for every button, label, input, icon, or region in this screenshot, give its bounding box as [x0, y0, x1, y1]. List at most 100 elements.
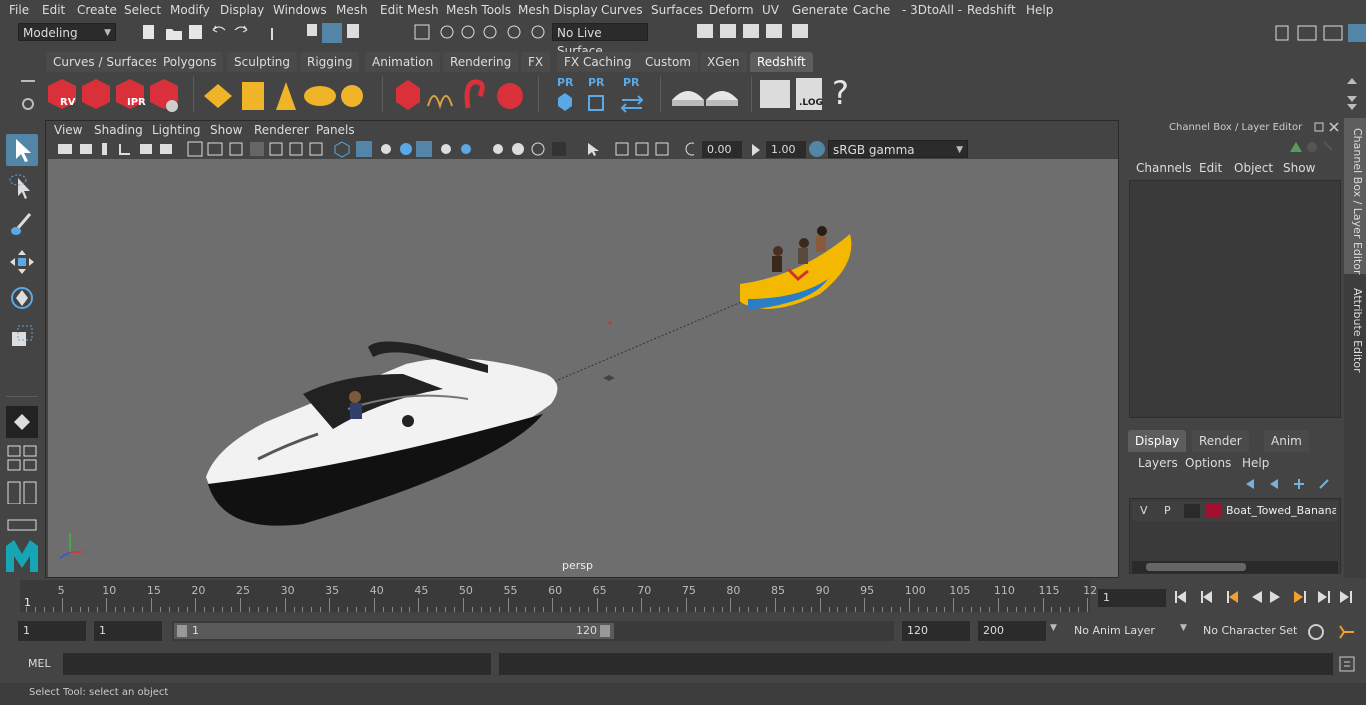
preferences-icons[interactable] — [1306, 622, 1358, 642]
animation-end-field[interactable]: 200 — [978, 621, 1046, 641]
layers-menu[interactable]: Layers — [1138, 456, 1178, 470]
viewport-menu-show[interactable]: Show — [210, 123, 242, 137]
current-time-marker[interactable]: 1 — [24, 596, 31, 609]
anim-layer-dropdown[interactable]: No Anim Layer — [1074, 624, 1155, 637]
range-end-handle[interactable] — [600, 625, 610, 637]
viewport-menu-lighting[interactable]: Lighting — [152, 123, 201, 137]
redshift-proxy-icons[interactable] — [392, 76, 530, 116]
menu-mesh-display[interactable]: Mesh Display — [518, 3, 598, 17]
panel-float-close-icons[interactable] — [1314, 121, 1342, 135]
color-management-icon[interactable] — [808, 140, 828, 158]
layer-playback-toggle[interactable]: P — [1164, 504, 1171, 517]
menu-redshift[interactable]: Redshift — [967, 3, 1016, 17]
channel-list[interactable] — [1129, 180, 1341, 418]
viewport-menu-view[interactable]: View — [54, 123, 82, 137]
chevron-down-icon[interactable]: ▼ — [1180, 623, 1187, 633]
redshift-render-cubes-icons[interactable] — [44, 76, 184, 116]
command-language-label[interactable]: MEL — [28, 657, 51, 670]
shelf-tab-curves-surfaces[interactable]: Curves / Surfaces — [46, 52, 166, 72]
shelf-tab-fx[interactable]: FX — [521, 52, 551, 72]
perspective-viewport[interactable]: persp — [48, 159, 1118, 577]
shelf-tab-redshift[interactable]: Redshift — [750, 52, 813, 72]
select-tool-button[interactable] — [6, 134, 38, 166]
menu-3dtoall[interactable]: - 3DtoAll - — [902, 3, 962, 17]
scrollbar-thumb[interactable] — [1146, 563, 1246, 571]
viewport-menu-shading[interactable]: Shading — [94, 123, 143, 137]
shelf-tab-animation[interactable]: Animation — [365, 52, 441, 72]
menu-cache[interactable]: Cache — [853, 3, 890, 17]
layer-name[interactable]: Boat_Towed_Banana_B — [1226, 504, 1336, 517]
menu-edit-mesh[interactable]: Edit Mesh — [380, 3, 439, 17]
rotate-tool-button[interactable] — [6, 282, 38, 314]
shelf-tab-rigging[interactable]: Rigging — [300, 52, 360, 72]
layer-action-icons[interactable] — [1244, 476, 1340, 492]
redshift-object-icons[interactable] — [200, 76, 380, 116]
layer-tab-display[interactable]: Display — [1128, 430, 1187, 452]
menu-create[interactable]: Create — [77, 3, 117, 17]
paint-select-tool-button[interactable] — [6, 208, 38, 240]
move-tool-button[interactable] — [6, 246, 38, 278]
layer-row[interactable]: V P Boat_Towed_Banana_B — [1132, 501, 1338, 521]
range-start-handle[interactable] — [177, 625, 187, 637]
outliner-layout-icon[interactable] — [6, 516, 38, 536]
menu-edit[interactable]: Edit — [42, 3, 65, 17]
menu-curves[interactable]: Curves — [601, 3, 643, 17]
menu-file[interactable]: File — [9, 3, 29, 17]
menu-mesh[interactable]: Mesh — [336, 3, 368, 17]
gamma-field[interactable]: 1.00 — [766, 141, 806, 158]
shelf-tab-fx-caching[interactable]: FX Caching — [557, 52, 639, 72]
menu-generate[interactable]: Generate — [792, 3, 848, 17]
colorspace-dropdown[interactable]: sRGB gamma ▼ — [828, 140, 968, 158]
layer-options-menu[interactable]: Options — [1185, 456, 1231, 470]
character-set-dropdown[interactable]: No Character Set — [1203, 624, 1297, 637]
scale-tool-button[interactable] — [6, 320, 38, 352]
layout-presets-icons[interactable] — [6, 444, 38, 504]
layer-tab-anim[interactable]: Anim — [1264, 430, 1309, 452]
gamma-icon[interactable] — [748, 141, 764, 158]
live-surface-field[interactable]: No Live Surface — [552, 23, 648, 58]
shelf-tab-xgen[interactable]: XGen — [700, 52, 747, 72]
help-question-icon[interactable]: ? — [832, 74, 849, 112]
shelf-menu-icon[interactable] — [18, 80, 40, 112]
viewport-menu-renderer[interactable]: Renderer — [254, 123, 309, 137]
animation-start-field[interactable]: 1 — [18, 621, 86, 641]
workspace-icons[interactable] — [1270, 22, 1366, 44]
menu-modify[interactable]: Modify — [170, 3, 210, 17]
menu-surfaces[interactable]: Surfaces — [651, 3, 703, 17]
viewport-toolbar-icons[interactable] — [54, 140, 694, 158]
layer-tab-render[interactable]: Render — [1192, 430, 1249, 452]
playback-start-field[interactable]: 1 — [94, 621, 162, 641]
channel-show-menu[interactable]: Show — [1283, 161, 1315, 175]
menu-uv[interactable]: UV — [762, 3, 779, 17]
current-frame-field[interactable]: 1 — [1098, 589, 1166, 607]
shelf-tab-rendering[interactable]: Rendering — [443, 52, 519, 72]
layer-color-swatch[interactable] — [1206, 504, 1222, 518]
channel-object-menu[interactable]: Object — [1234, 161, 1273, 175]
single-perspective-layout-button[interactable] — [6, 406, 38, 438]
redshift-tools-icons[interactable] — [758, 76, 828, 116]
exposure-field[interactable]: 0.00 — [702, 141, 742, 158]
proxy-export-icons[interactable] — [552, 76, 652, 116]
layer-help-menu[interactable]: Help — [1242, 456, 1269, 470]
shelf-scroll-arrows[interactable] — [1344, 74, 1360, 114]
menu-select[interactable]: Select — [124, 3, 161, 17]
redshift-material-icons[interactable] — [668, 76, 740, 116]
side-tab-attribute-editor[interactable]: Attribute Editor — [1346, 288, 1364, 373]
shelf-tab-custom[interactable]: Custom — [638, 52, 698, 72]
channel-edit-menu[interactable]: Edit — [1199, 161, 1222, 175]
shelf-tab-sculpting[interactable]: Sculpting — [227, 52, 298, 72]
side-tab-channel-box[interactable]: Channel Box / Layer Editor — [1346, 128, 1364, 275]
playback-end-field[interactable]: 120 — [902, 621, 970, 641]
channels-menu[interactable]: Channels — [1136, 161, 1192, 175]
script-editor-icon[interactable] — [1338, 655, 1358, 673]
time-slider[interactable]: 5 10 15 20 25 30 35 40 45 50 55 60 65 70 75 80 85 90 95 100… — [20, 580, 1097, 612]
command-input[interactable] — [63, 653, 491, 675]
menu-help[interactable]: Help — [1026, 3, 1053, 17]
channel-box-icons[interactable] — [1286, 138, 1336, 156]
menu-windows[interactable]: Windows — [273, 3, 327, 17]
layer-visibility-toggle[interactable]: V — [1140, 504, 1148, 517]
shelf-tab-polygons[interactable]: Polygons — [156, 52, 224, 72]
playback-controls[interactable] — [1170, 586, 1366, 608]
menu-mesh-tools[interactable]: Mesh Tools — [446, 3, 511, 17]
chevron-down-icon[interactable]: ▼ — [1050, 623, 1057, 633]
